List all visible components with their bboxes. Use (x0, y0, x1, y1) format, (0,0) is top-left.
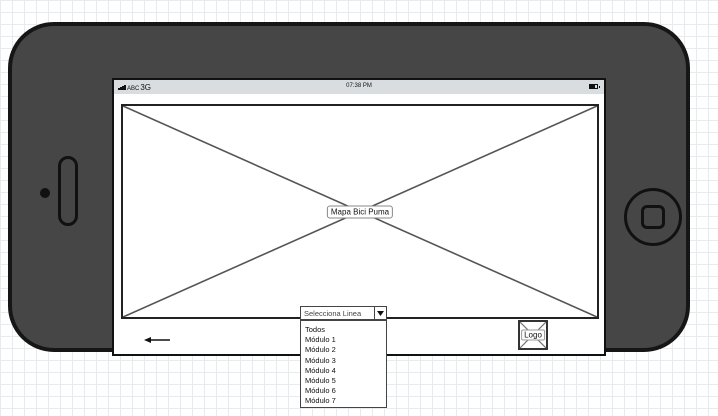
speaker (58, 156, 78, 226)
clock: 07:38 PM (346, 83, 372, 89)
home-square-icon (641, 205, 665, 229)
battery-level (590, 85, 595, 88)
dropdown-option[interactable]: Módulo 7 (301, 396, 386, 406)
dropdown-option[interactable]: Módulo 3 (301, 356, 386, 366)
arrow-left-icon (144, 337, 170, 343)
line-select-value: Selecciona Linea (304, 309, 362, 318)
map-label: Mapa Bici Puma (326, 205, 394, 218)
back-button[interactable] (144, 332, 172, 343)
dropdown-option[interactable]: Módulo 6 (301, 386, 386, 396)
phone-frame: ABC 3G 07:38 PM Mapa Bici Puma Logo (8, 22, 690, 356)
status-bar: ABC 3G 07:38 PM (114, 80, 604, 94)
line-select-dropdown: Todos Módulo 1 Módulo 2 Módulo 3 Módulo 4 Mód… (300, 320, 387, 408)
chevron-down-icon[interactable] (374, 307, 386, 319)
battery-icon (589, 84, 600, 89)
home-button[interactable] (624, 188, 682, 246)
logo-placeholder: Logo (518, 320, 548, 350)
logo-label: Logo (521, 329, 545, 341)
camera (40, 188, 50, 198)
map-placeholder[interactable]: Mapa Bici Puma (121, 104, 599, 319)
dropdown-option[interactable]: Todos (301, 325, 386, 335)
dropdown-option[interactable]: Módulo 2 (301, 345, 386, 355)
dropdown-option[interactable]: Módulo 4 (301, 366, 386, 376)
line-select[interactable]: Selecciona Linea (300, 306, 387, 320)
dropdown-option[interactable]: Módulo 5 (301, 376, 386, 386)
dropdown-option[interactable]: Módulo 1 (301, 335, 386, 345)
